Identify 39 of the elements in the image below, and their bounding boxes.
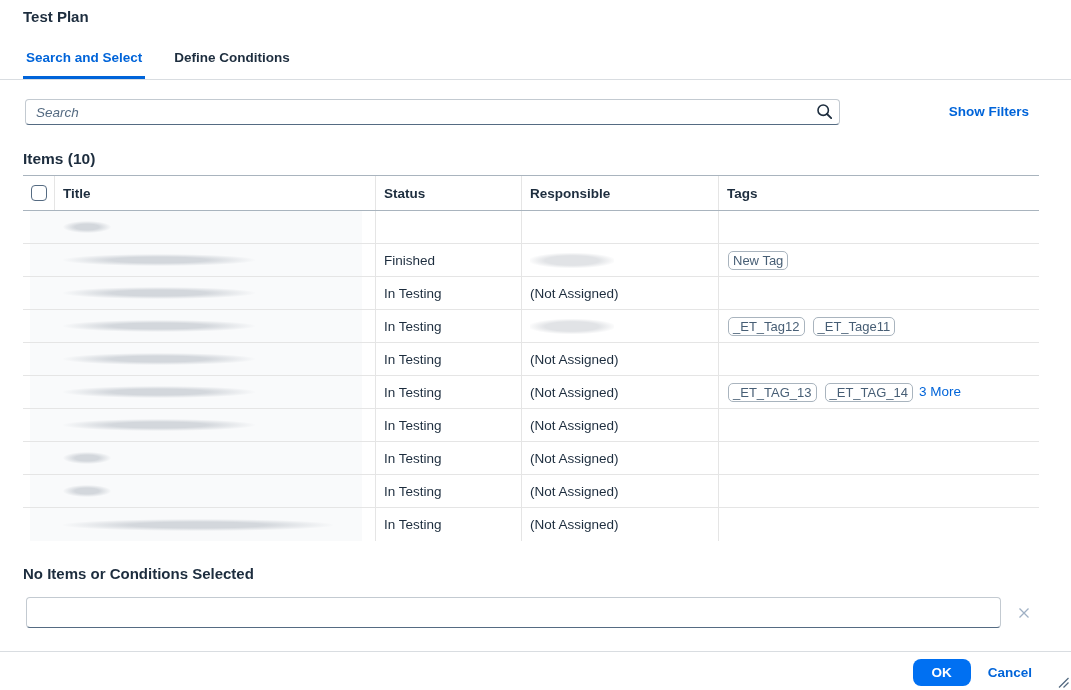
table-cell: (Not Assigned) — [521, 343, 718, 375]
dialog-title: Test Plan — [23, 7, 89, 27]
more-tags-link[interactable]: 3 More — [919, 383, 962, 401]
column-header: Title — [54, 176, 375, 210]
tag: _ET_Tage11 — [812, 316, 896, 336]
table-cell: In Testing — [375, 343, 521, 375]
table-cell: (Not Assigned) — [521, 409, 718, 441]
column-header: Status — [375, 176, 521, 210]
table-cell: (Not Assigned) — [521, 376, 718, 408]
column-header: Tags — [718, 176, 1039, 210]
table-cell: In Testing — [375, 442, 521, 474]
table-cell: (Not Assigned) — [521, 277, 718, 309]
tab[interactable]: Search and Select — [23, 40, 146, 79]
cancel-button[interactable]: Cancel — [979, 659, 1040, 686]
column-header: Responsible — [521, 176, 718, 210]
tab[interactable]: Define Conditions — [171, 40, 293, 79]
table-cell: (Not Assigned) — [521, 508, 718, 541]
tag: _ET_Tag12 — [728, 316, 805, 336]
search-field[interactable]: Search — [25, 99, 840, 125]
search-icon[interactable] — [817, 104, 832, 119]
table-cell: (Not Assigned) — [521, 475, 718, 507]
ok-button[interactable]: OK — [912, 659, 971, 686]
table-cell: In Testing — [375, 475, 521, 507]
show-filters-link[interactable]: Show Filters — [948, 103, 1029, 121]
resize-grip-icon[interactable] — [1058, 677, 1069, 688]
selection-heading: No Items or Conditions Selected — [23, 564, 254, 584]
items-heading: Items (10) — [23, 149, 96, 169]
tag: New Tag — [728, 250, 789, 270]
tag: _ET_TAG_13 — [728, 382, 817, 402]
table-cell: In Testing — [375, 310, 521, 342]
select-all-checkbox[interactable] — [31, 185, 47, 201]
table-cell: Finished — [375, 244, 521, 276]
table-cell: In Testing — [375, 409, 521, 441]
selection-field[interactable] — [26, 597, 1001, 628]
table-cell: In Testing — [375, 376, 521, 408]
table-cell: (Not Assigned) — [521, 442, 718, 474]
tag: _ET_TAG_14 — [824, 382, 914, 402]
table-cell: In Testing — [375, 508, 521, 541]
table-cell: In Testing — [375, 277, 521, 309]
